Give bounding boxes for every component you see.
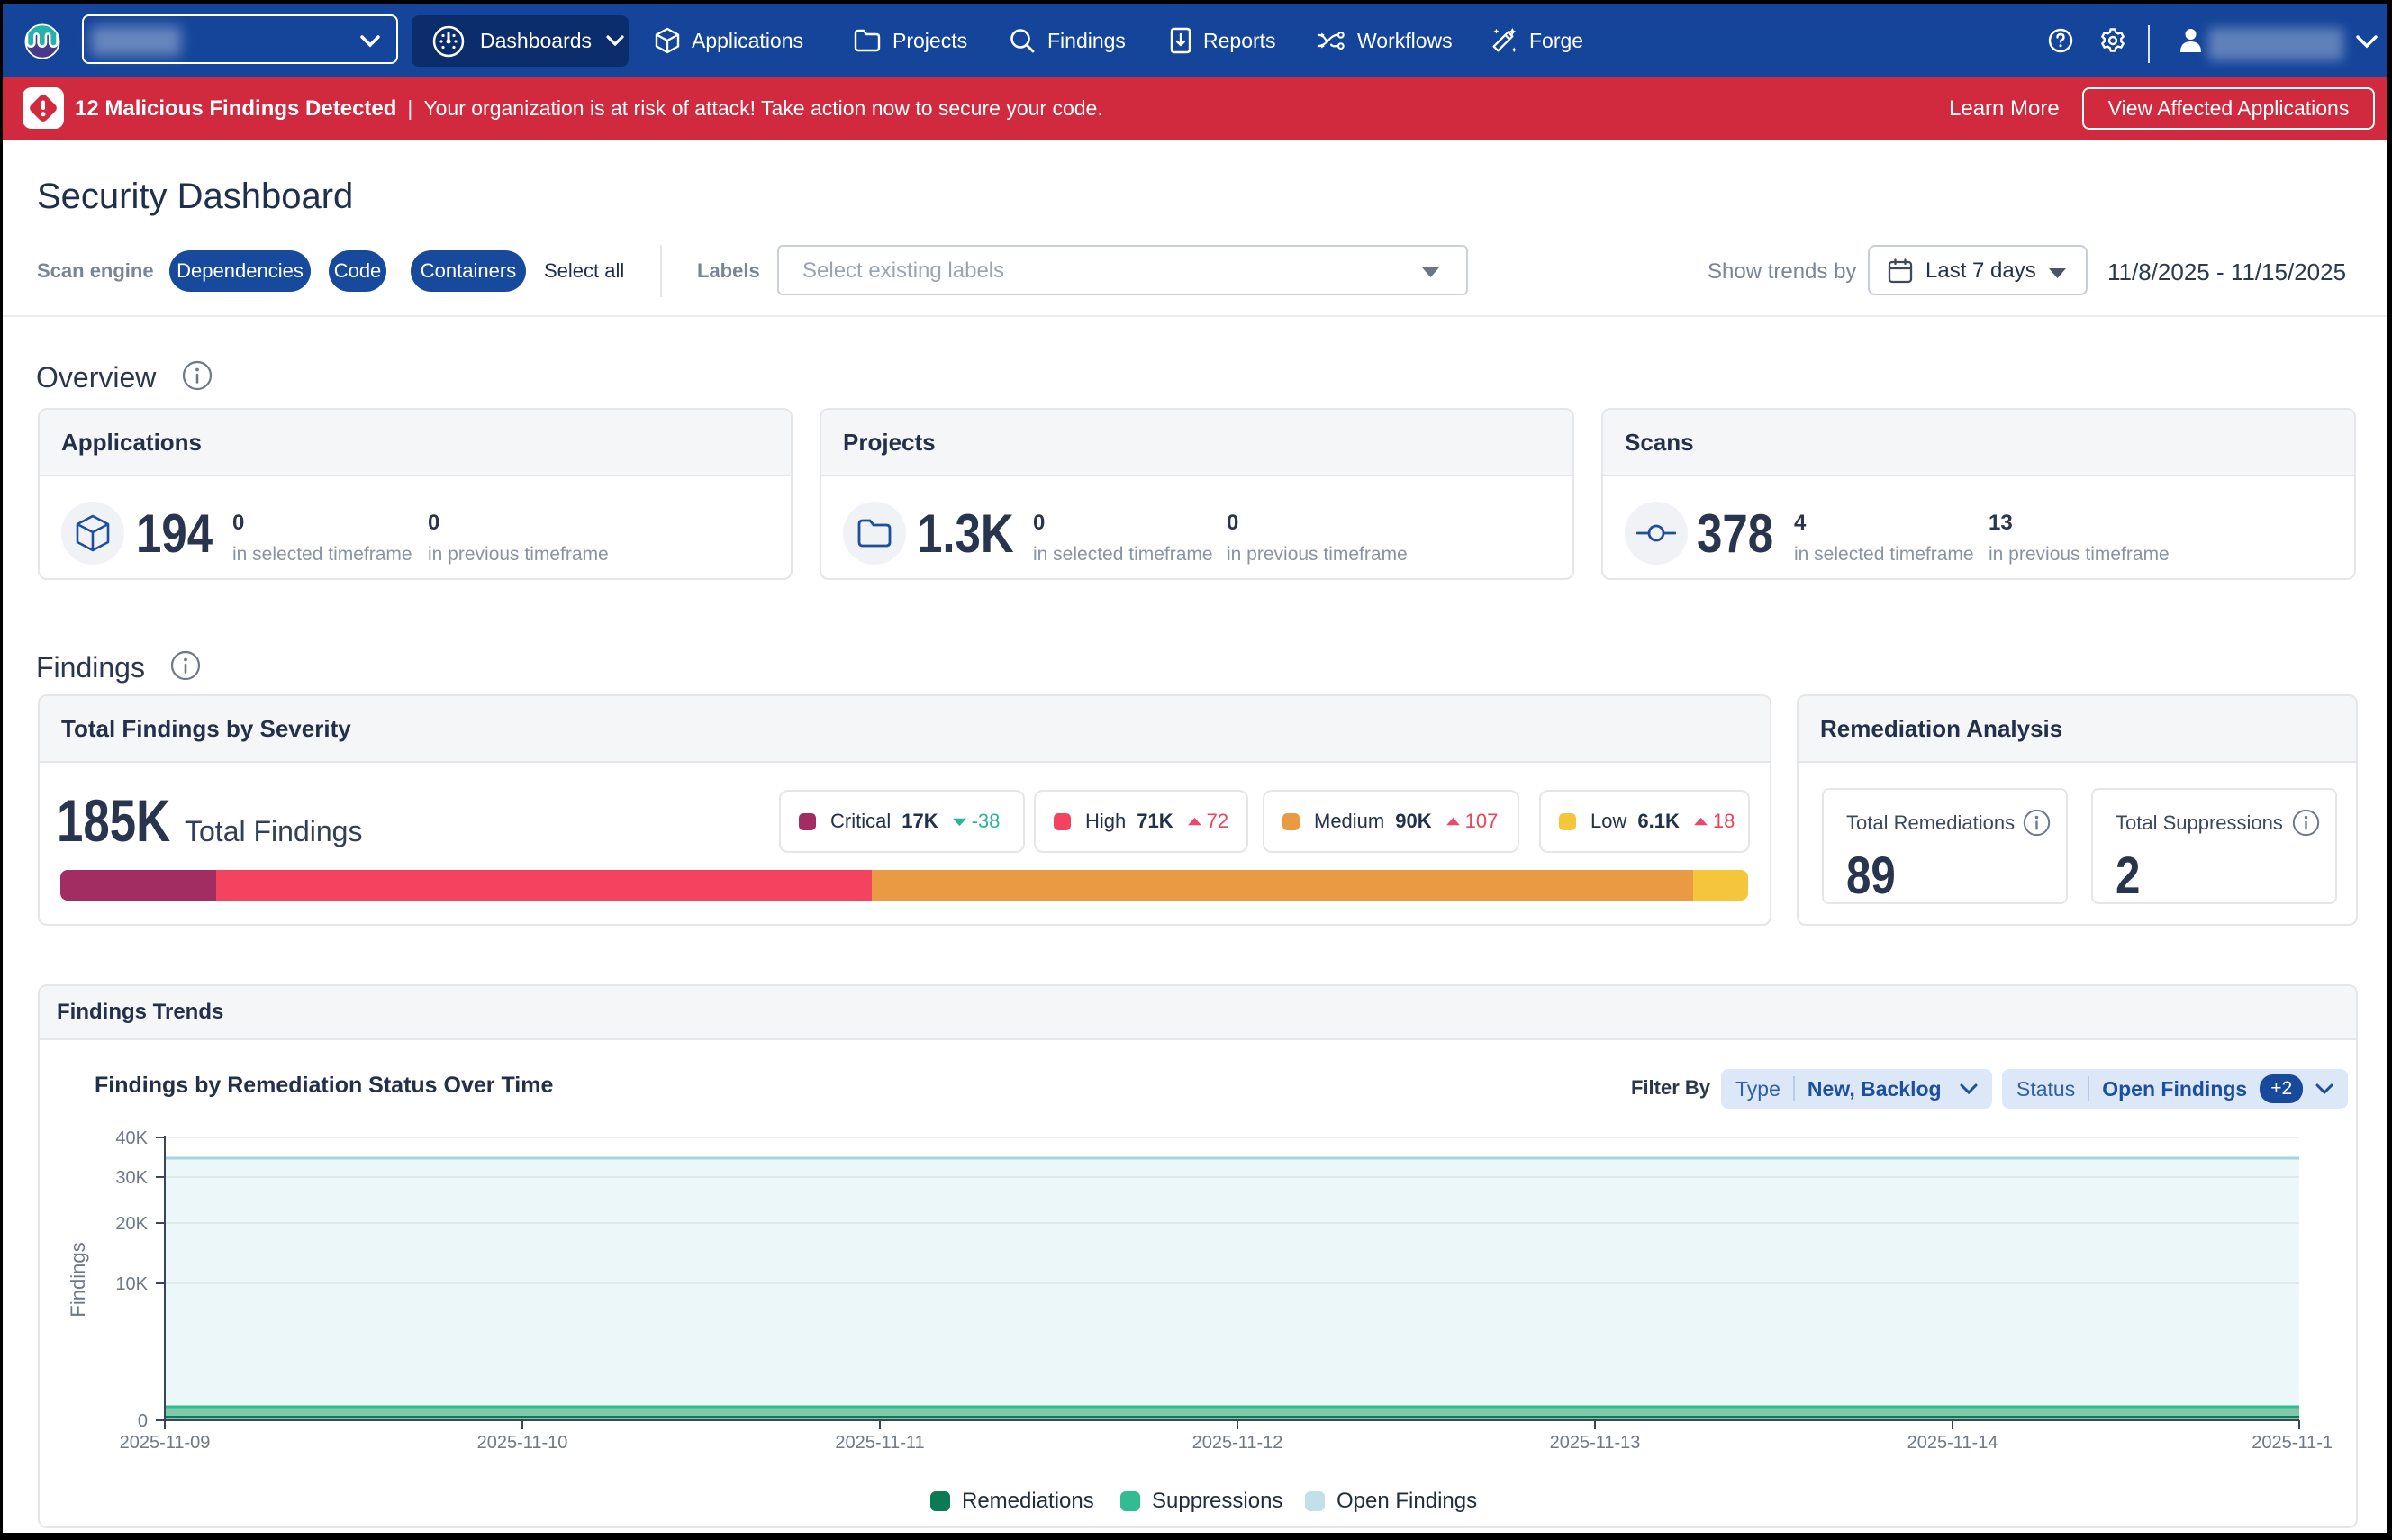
svg-text:Suppressions: Suppressions <box>1152 1489 1282 1513</box>
svg-text:2025-11-11: 2025-11-11 <box>835 1433 924 1453</box>
svg-text:2025-11-09: 2025-11-09 <box>120 1433 211 1453</box>
svg-text:20K: 20K <box>115 1214 148 1234</box>
svg-text:2025-11-1: 2025-11-1 <box>2252 1433 2333 1453</box>
svg-text:10K: 10K <box>115 1274 148 1294</box>
svg-text:2025-11-12: 2025-11-12 <box>1192 1433 1283 1453</box>
svg-text:Open Findings: Open Findings <box>1336 1489 1477 1513</box>
svg-text:Findings: Findings <box>67 1242 89 1317</box>
svg-text:30K: 30K <box>115 1168 148 1188</box>
svg-text:2025-11-14: 2025-11-14 <box>1907 1433 1998 1453</box>
svg-text:2025-11-10: 2025-11-10 <box>477 1433 568 1453</box>
svg-text:2025-11-13: 2025-11-13 <box>1550 1433 1641 1453</box>
svg-text:0: 0 <box>138 1411 148 1431</box>
svg-text:Remediations: Remediations <box>962 1489 1094 1513</box>
svg-text:40K: 40K <box>115 1128 148 1148</box>
